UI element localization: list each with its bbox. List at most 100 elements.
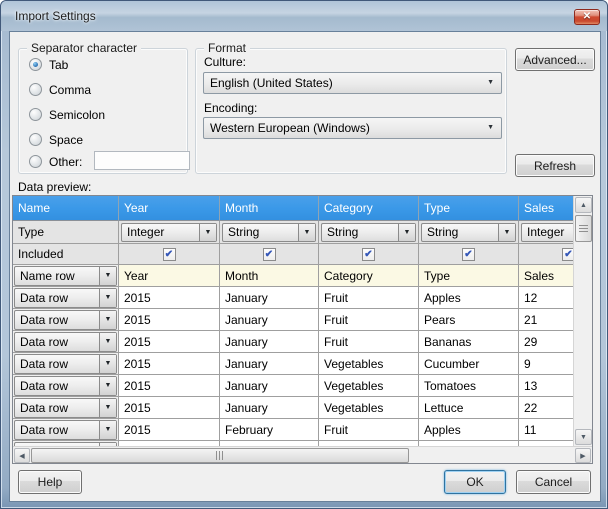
chevron-down-icon[interactable]: ▼ <box>99 310 116 329</box>
arrow-right-icon: ▶ <box>580 452 586 460</box>
row-type-select[interactable]: Data row ▼ <box>14 375 117 396</box>
radio-space[interactable]: Space <box>29 132 83 147</box>
chevron-down-icon[interactable]: ▼ <box>99 332 116 351</box>
radio-tab[interactable]: Tab <box>29 57 68 72</box>
cell-sales: 13 <box>519 375 573 397</box>
cell-category: Fruit <box>319 309 419 331</box>
encoding-label: Encoding: <box>204 101 258 115</box>
radio-semicolon[interactable]: Semicolon <box>29 107 105 122</box>
vertical-scrollbar[interactable]: ▲ ▼ <box>573 196 592 446</box>
cell-sales: 12 <box>519 287 573 309</box>
type-select-category[interactable]: String ▼ <box>321 222 416 242</box>
cell-category: Fruit <box>319 331 419 353</box>
close-button[interactable]: ✕ <box>574 9 600 25</box>
advanced-button[interactable]: Advanced... <box>515 48 595 71</box>
row-type-select[interactable]: Data row ▼ <box>14 397 117 418</box>
grid-data-rows: Name row ▼ Year Month Category Type Sale… <box>13 265 573 446</box>
title-bar[interactable]: Import Settings ✕ <box>1 1 607 31</box>
row-type-select[interactable]: Data row ▼ <box>14 287 117 308</box>
chevron-down-icon[interactable]: ▼ <box>298 223 315 241</box>
import-settings-dialog: Import Settings ✕ Separator character Ta… <box>0 0 608 509</box>
row-type-select[interactable]: Name row ▼ <box>14 265 117 286</box>
cell-year: 2015 <box>119 309 220 331</box>
table-row: Data row ▼ 2015 February Fruit Apples 11 <box>13 419 573 441</box>
chevron-down-icon: ▼ <box>487 124 494 132</box>
column-header-category: Category <box>319 196 419 221</box>
grid-header-row: Name Year Month Category Type Sales <box>13 196 573 221</box>
ok-button[interactable]: OK <box>444 470 506 494</box>
cell-sales: 9 <box>519 353 573 375</box>
chevron-down-icon[interactable]: ▼ <box>99 288 116 307</box>
horizontal-scrollbar-thumb[interactable] <box>31 448 409 463</box>
included-checkbox-sales[interactable]: ✔ <box>562 247 573 261</box>
included-checkbox-type[interactable]: ✔ <box>462 247 475 261</box>
encoding-select[interactable]: Western European (Windows) ▼ <box>203 117 502 139</box>
scroll-up-button[interactable]: ▲ <box>575 197 592 213</box>
thumb-grip <box>579 224 588 233</box>
radio-comma[interactable]: Comma <box>29 82 91 97</box>
radio-other[interactable]: Other: <box>29 151 190 170</box>
type-select-month[interactable]: String ▼ <box>222 222 316 242</box>
cell-type: Pears <box>419 309 519 331</box>
included-checkbox-month[interactable]: ✔ <box>262 247 276 261</box>
vertical-scrollbar-thumb[interactable] <box>575 215 592 242</box>
chevron-down-icon[interactable]: ▼ <box>99 398 116 417</box>
type-select-year[interactable]: Integer ▼ <box>121 222 217 242</box>
row-type-select[interactable]: Data row ▼ <box>14 309 117 330</box>
type-row-label: Type <box>13 221 119 244</box>
radio-comma-label: Comma <box>49 82 92 97</box>
radio-button-icon[interactable] <box>29 108 42 121</box>
window-title: Import Settings <box>15 9 96 23</box>
scroll-down-button[interactable]: ▼ <box>575 429 592 445</box>
radio-button-icon[interactable] <box>29 155 42 168</box>
chevron-down-icon[interactable]: ▼ <box>398 223 415 241</box>
other-separator-input[interactable] <box>94 151 190 170</box>
table-row: Data row ▼ 2015 January Vegetables Tomat… <box>13 375 573 397</box>
radio-button-icon[interactable] <box>29 83 42 96</box>
column-header-sales: Sales <box>519 196 573 221</box>
chevron-down-icon[interactable]: ▼ <box>99 354 116 373</box>
cell-type: Apples <box>419 419 519 441</box>
cell-category: Fruit <box>319 287 419 309</box>
type-select-sales[interactable]: Integer ▼ <box>521 222 573 242</box>
type-select-type[interactable]: String ▼ <box>421 222 516 242</box>
table-row: Data row ▼ 2015 January Fruit Bananas 29 <box>13 331 573 353</box>
chevron-down-icon[interactable]: ▼ <box>99 420 116 439</box>
refresh-button[interactable]: Refresh <box>515 154 595 177</box>
table-row: Data row ▼ 2015 January Vegetables Cucum… <box>13 353 573 375</box>
chevron-down-icon[interactable]: ▼ <box>199 223 216 241</box>
chevron-down-icon[interactable]: ▼ <box>99 266 116 285</box>
cell-month: February <box>220 419 319 441</box>
radio-button-icon[interactable] <box>29 58 42 71</box>
arrow-down-icon: ▼ <box>580 433 587 441</box>
chevron-down-icon[interactable]: ▼ <box>99 376 116 395</box>
cancel-button[interactable]: Cancel <box>516 470 591 494</box>
radio-semicolon-label: Semicolon <box>49 107 106 122</box>
included-checkbox-category[interactable]: ✔ <box>362 247 375 261</box>
data-preview-grid: Name Year Month Category Type Sales Type… <box>12 195 593 464</box>
scroll-left-button[interactable]: ◀ <box>14 448 30 463</box>
culture-label: Culture: <box>204 55 247 69</box>
row-type-select[interactable]: Data row ▼ <box>14 419 117 440</box>
included-checkbox-year[interactable]: ✔ <box>162 247 176 261</box>
data-preview-label: Data preview: <box>18 180 92 194</box>
scroll-right-button[interactable]: ▶ <box>575 448 591 463</box>
cell-month: January <box>220 331 319 353</box>
chevron-down-icon[interactable]: ▼ <box>498 223 515 241</box>
culture-value: English (United States) <box>210 76 333 90</box>
row-type-select[interactable]: Data row ▼ <box>14 331 117 352</box>
cell-type: Apples <box>419 287 519 309</box>
help-button[interactable]: Help <box>18 470 82 494</box>
cell-month: January <box>220 287 319 309</box>
cell-type: Type <box>419 265 519 287</box>
cell-month: January <box>220 397 319 419</box>
row-type-select[interactable]: Data row ▼ <box>14 353 117 374</box>
radio-button-icon[interactable] <box>29 133 42 146</box>
cell-year: 2015 <box>119 397 220 419</box>
culture-select[interactable]: English (United States) ▼ <box>203 72 502 94</box>
horizontal-scrollbar[interactable]: ◀ ▶ <box>13 446 592 463</box>
cell-month: January <box>220 309 319 331</box>
cell-category: Vegetables <box>319 397 419 419</box>
table-row: Data row ▼ 2015 January Fruit Apples 12 <box>13 287 573 309</box>
cell-sales: Sales <box>519 265 573 287</box>
